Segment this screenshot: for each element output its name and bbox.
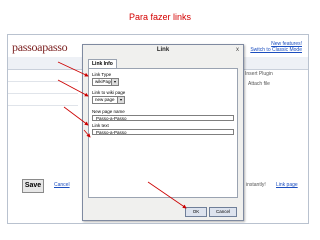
arrow-to-link-text xyxy=(83,129,91,138)
arrow-to-link-type xyxy=(57,61,89,77)
arrow-to-page-name xyxy=(63,106,89,126)
annotation-arrows xyxy=(57,61,187,209)
arrow-to-link-to xyxy=(57,79,89,97)
arrow-to-ok xyxy=(147,181,187,209)
